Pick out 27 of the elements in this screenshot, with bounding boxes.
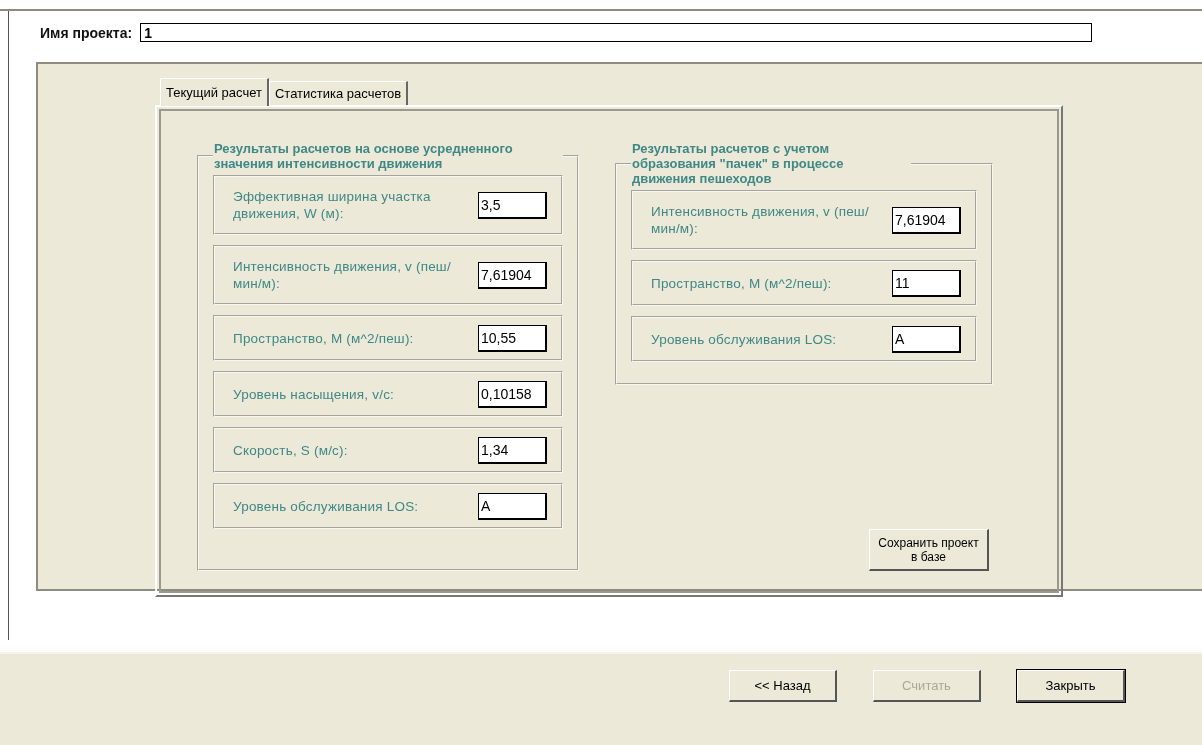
result-field[interactable]: 1,34 [478,436,547,464]
result-field[interactable]: 11 [892,269,961,297]
result-label: Уровень насыщения, v/c: [233,385,395,403]
group-title: Результаты расчетов с учетом образования "пачек" в процессе движения пешеходов [631,141,845,186]
tab[interactable]: Текущий расчет [160,78,269,106]
save-button[interactable]: Сохранить проект в базе [869,529,989,571]
result-label: Уровень обслуживания LOS: [651,330,837,348]
result-field[interactable]: 7,61904 [892,206,961,234]
result-label: Интенсивность движения, v (пеш/мин/м): [233,258,452,292]
result-label: Уровень обслуживания LOS: [233,497,419,515]
result-field[interactable]: 10,55 [478,324,547,352]
result-label: Пространство, M (м^2/пеш): [651,274,832,292]
result-label: Эффективная ширина участка движения, W (м): [233,188,432,222]
result-label: Интенсивность движения, v (пеш/мин/м): [651,203,870,237]
dialog-button[interactable]: << Назад [729,670,837,702]
result-label: Пространство, M (м^2/пеш): [233,329,414,347]
group-title: Результаты расчетов на основе усредненного значения интенсивности движения [213,141,514,171]
result-label: Скорость, S (м/с): [233,441,348,459]
project-name-field[interactable]: 1 [140,23,1093,42]
project-name-label: Имя проекта: [40,24,133,41]
result-field[interactable]: 7,61904 [478,261,547,289]
result-field[interactable]: 0,10158 [478,380,547,408]
result-field[interactable]: 3,5 [478,191,547,219]
dialog-button[interactable]: Закрыть [1017,670,1125,702]
tab[interactable]: Статистика расчетов [268,81,409,105]
result-field[interactable]: A [478,492,547,520]
result-field[interactable]: A [892,325,961,353]
